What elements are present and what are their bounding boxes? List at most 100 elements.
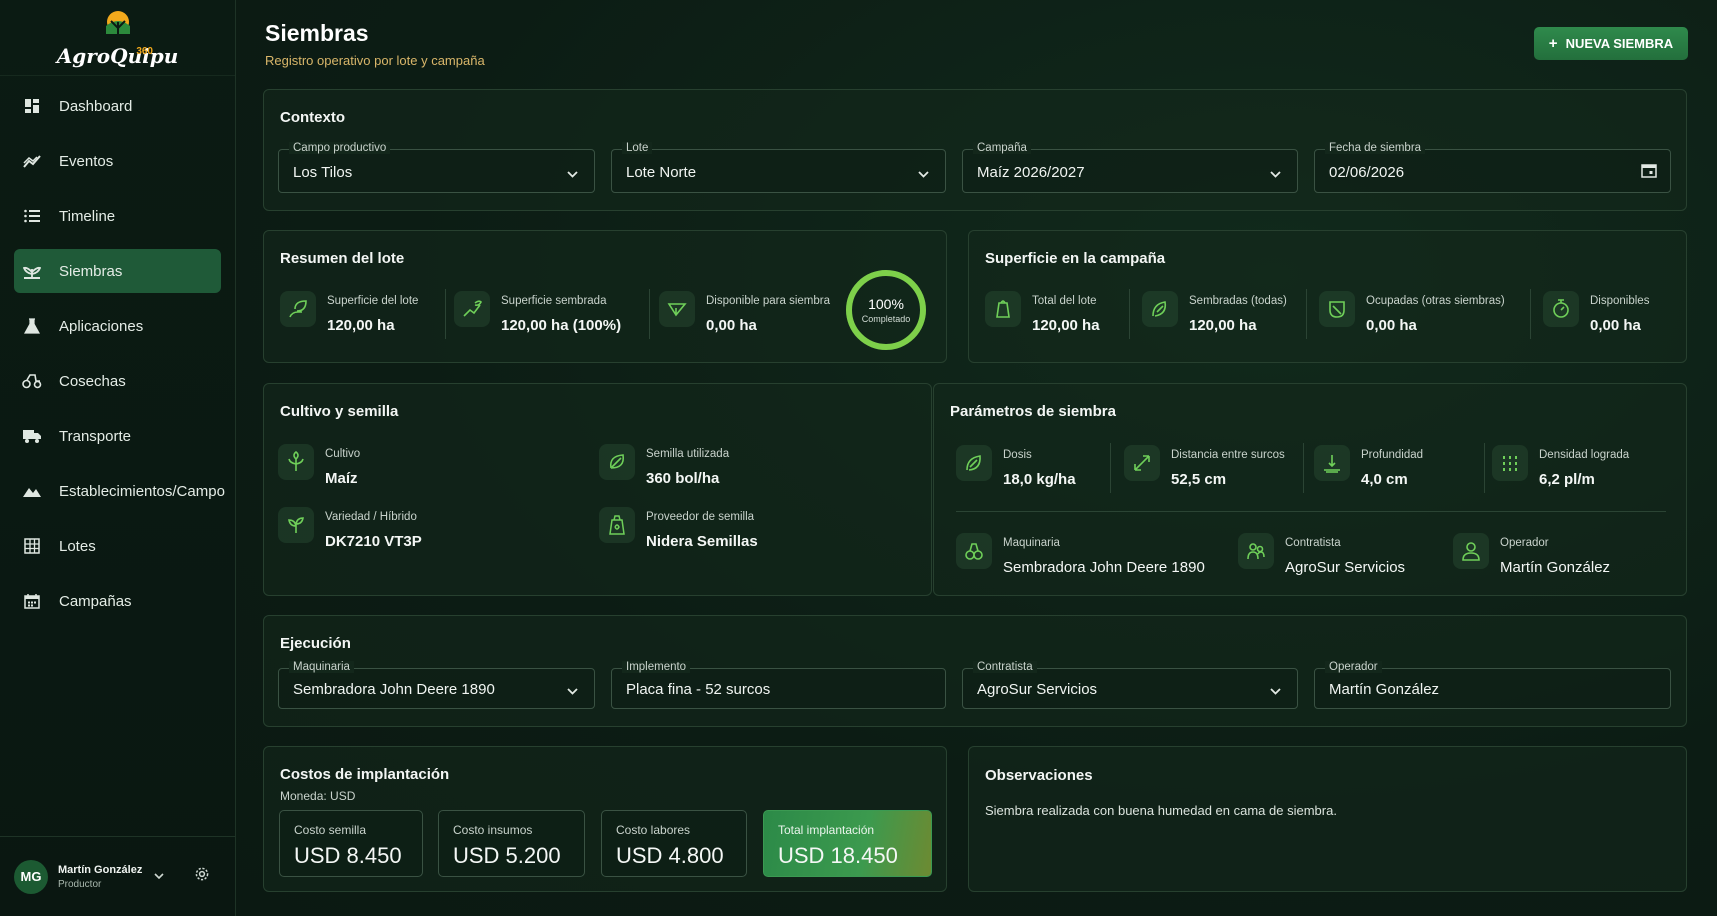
contratista-select[interactable]: Contratista AgroSur Servicios bbox=[962, 661, 1298, 709]
stat-value: 0,00 ha bbox=[706, 317, 757, 334]
stat-value: Maíz bbox=[325, 470, 358, 487]
sidebar-item-label: Establecimientos/Campo bbox=[59, 482, 225, 500]
leaves-icon bbox=[1142, 291, 1178, 327]
progress-caption: Completado bbox=[862, 314, 911, 324]
leaf-drop-icon bbox=[956, 445, 992, 481]
sidebar-item-label: Siembras bbox=[59, 262, 123, 280]
sidebar-item-eventos[interactable]: Eventos bbox=[14, 139, 221, 183]
page-title: Siembras bbox=[265, 20, 369, 46]
resumen-card: Resumen del lote Superficie del lote 120… bbox=[263, 230, 947, 363]
divider bbox=[956, 511, 1666, 512]
contexto-title: Contexto bbox=[280, 109, 345, 126]
lote-label: Lote bbox=[622, 142, 653, 154]
ejecucion-title: Ejecución bbox=[280, 635, 351, 652]
user-name: Martín González bbox=[58, 863, 143, 876]
machine-icon bbox=[956, 533, 992, 569]
stat-label: Superficie del lote bbox=[327, 295, 419, 307]
campo-select[interactable]: Campo productivo Los Tilos bbox=[278, 142, 595, 193]
chevron-down-icon bbox=[1270, 682, 1281, 700]
calendar-icon[interactable] bbox=[1641, 162, 1657, 183]
divider bbox=[1303, 443, 1304, 493]
sidebar-item-label: Timeline bbox=[59, 207, 116, 225]
maquinaria-value: Sembradora John Deere 1890 bbox=[293, 681, 495, 698]
chevron-down-icon[interactable] bbox=[154, 871, 164, 882]
cultivo-card: Cultivo y semilla Cultivo Maíz Semilla u… bbox=[263, 383, 932, 596]
new-siembra-button[interactable]: + NUEVA SIEMBRA bbox=[1534, 27, 1688, 60]
gear-icon[interactable] bbox=[194, 866, 210, 887]
fecha-siembra-field[interactable]: Fecha de siembra 02/06/2026 bbox=[1314, 142, 1671, 193]
logo-suffix: 360 bbox=[136, 46, 153, 57]
maquinaria-label: Maquinaria bbox=[289, 661, 354, 673]
main-content: Siembras Registro operativo por lote y c… bbox=[236, 0, 1717, 916]
cost-label: Costo insumos bbox=[453, 823, 533, 837]
stat-value: 18,0 kg/ha bbox=[1003, 471, 1076, 488]
cost-value: USD 4.800 bbox=[616, 843, 724, 868]
sidebar-item-siembras[interactable]: Siembras bbox=[14, 249, 221, 293]
campo-label: Campo productivo bbox=[289, 142, 391, 154]
stat-value: DK7210 VT3P bbox=[325, 533, 422, 550]
implemento-field[interactable]: Implemento Placa fina - 52 surcos bbox=[611, 661, 946, 709]
stat-label: Densidad lograda bbox=[1539, 449, 1630, 461]
logo-text: AgroQuipu bbox=[56, 43, 179, 68]
stat-label: Total del lote bbox=[1032, 295, 1097, 307]
campana-select[interactable]: Campaña Maíz 2026/2027 bbox=[962, 142, 1298, 193]
app-logo[interactable]: AgroQuipu 360 bbox=[0, 0, 235, 76]
stat-value: 120,00 ha (100%) bbox=[501, 317, 622, 334]
sprout-icon bbox=[278, 507, 314, 543]
sidebar-item-dashboard[interactable]: Dashboard bbox=[14, 84, 221, 128]
observaciones-title: Observaciones bbox=[985, 767, 1093, 784]
stat-label: Proveedor de semilla bbox=[646, 511, 755, 523]
cost-value: USD 18.450 bbox=[778, 843, 898, 868]
operador-label: Operador bbox=[1325, 661, 1382, 673]
seed-bag-icon bbox=[599, 507, 635, 543]
stat-value: 52,5 cm bbox=[1171, 471, 1227, 488]
sidebar-item-timeline[interactable]: Timeline bbox=[14, 194, 221, 238]
sidebar-item-establecimientos[interactable]: Establecimientos/Campo bbox=[14, 469, 225, 513]
lote-value: Lote Norte bbox=[626, 164, 697, 181]
operador-field[interactable]: Operador Martín González bbox=[1314, 661, 1671, 709]
stat-label: Profundidad bbox=[1361, 449, 1424, 461]
logo-icon bbox=[105, 10, 130, 38]
campo-value: Los Tilos bbox=[293, 164, 353, 181]
contratista-label: Contratista bbox=[973, 661, 1037, 673]
sidebar-item-label: Lotes bbox=[59, 537, 96, 555]
resumen-title: Resumen del lote bbox=[280, 250, 405, 267]
sidebar-item-campanas[interactable]: Campañas bbox=[14, 579, 221, 623]
costos-title: Costos de implantación bbox=[280, 766, 450, 783]
implemento-value: Placa fina - 52 surcos bbox=[626, 681, 771, 698]
stat-label: Maquinaria bbox=[1003, 537, 1060, 549]
calendar-icon bbox=[22, 591, 42, 611]
grid-icon bbox=[22, 536, 42, 556]
cost-label: Total implantación bbox=[778, 823, 875, 837]
parametros-title: Parámetros de siembra bbox=[950, 403, 1116, 420]
lote-select[interactable]: Lote Lote Norte bbox=[611, 142, 946, 193]
sidebar-item-cosechas[interactable]: Cosechas bbox=[14, 359, 221, 403]
trend-icon bbox=[22, 151, 42, 171]
fecha-label: Fecha de siembra bbox=[1325, 142, 1426, 154]
sidebar-item-label: Cosechas bbox=[59, 372, 126, 390]
stat-label: Disponibles bbox=[1590, 295, 1650, 307]
cultivo-title: Cultivo y semilla bbox=[280, 403, 399, 420]
terrain-icon bbox=[22, 481, 42, 501]
sidebar-item-aplicaciones[interactable]: Aplicaciones bbox=[14, 304, 221, 348]
stat-label: Cultivo bbox=[325, 448, 361, 460]
chevron-down-icon bbox=[567, 165, 578, 183]
campana-label: Campaña bbox=[973, 142, 1031, 154]
sidebar-item-label: Aplicaciones bbox=[59, 317, 144, 335]
maquinaria-select[interactable]: Maquinaria Sembradora John Deere 1890 bbox=[278, 661, 595, 709]
user-menu[interactable]: MG Martín González Productor bbox=[0, 836, 236, 916]
avatar: MG bbox=[14, 859, 48, 894]
stat-value: Nidera Semillas bbox=[646, 533, 758, 550]
sidebar-item-label: Eventos bbox=[59, 152, 114, 170]
observaciones-text[interactable]: Siembra realizada con buena humedad en c… bbox=[985, 803, 1337, 818]
contexto-card: Contexto Campo productivo Los Tilos Lote… bbox=[263, 89, 1687, 211]
stat-value: Martín González bbox=[1500, 559, 1611, 576]
chevron-down-icon bbox=[1270, 165, 1281, 183]
superficie-campana-card: Superficie en la campaña Total del lote … bbox=[968, 230, 1687, 363]
sidebar-item-transporte[interactable]: Transporte bbox=[14, 414, 221, 458]
sidebar-item-lotes[interactable]: Lotes bbox=[14, 524, 221, 568]
tractor-icon bbox=[22, 371, 42, 391]
cost-value: USD 5.200 bbox=[453, 843, 561, 868]
stat-label: Semilla utilizada bbox=[646, 448, 730, 460]
sidebar: AgroQuipu 360 Dashboard Eventos Timeline bbox=[0, 0, 236, 916]
